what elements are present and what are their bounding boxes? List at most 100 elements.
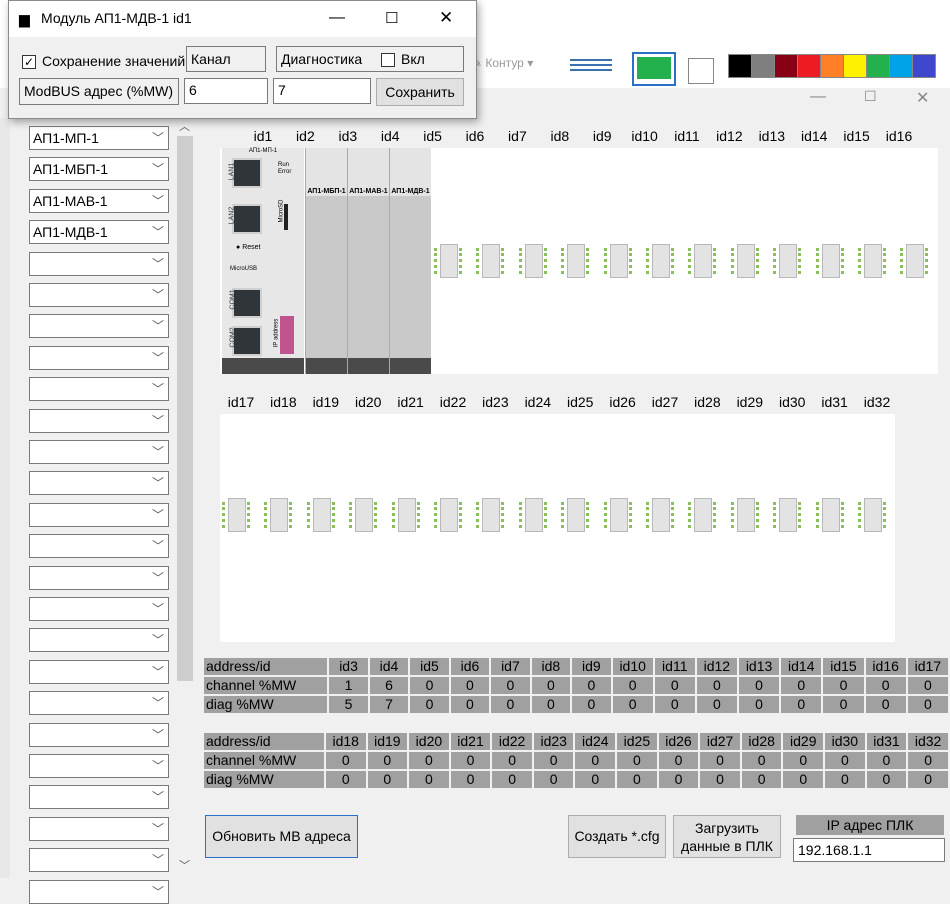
dialog-maximize-icon[interactable]: ☐ (385, 9, 398, 27)
chevron-down-icon[interactable]: ﹀ (152, 378, 164, 400)
empty-slot[interactable] (642, 240, 680, 280)
empty-slot[interactable] (430, 494, 468, 534)
empty-slot[interactable] (727, 240, 765, 280)
module-select[interactable]: ﹀ (29, 785, 169, 810)
empty-slot[interactable] (642, 494, 680, 534)
save-values-checkbox[interactable]: ✓ (22, 55, 36, 69)
update-mb-button[interactable]: Обновить МВ адреса (205, 815, 358, 858)
dialog-minimize-icon[interactable]: — (329, 9, 345, 27)
module-select[interactable]: ﹀ (29, 628, 169, 653)
empty-slot[interactable] (260, 494, 298, 534)
empty-slot[interactable] (515, 494, 553, 534)
chevron-down-icon[interactable]: ﹀ (152, 127, 164, 149)
empty-slot[interactable] (812, 494, 850, 534)
chevron-down-icon[interactable]: ﹀ (152, 849, 164, 871)
empty-slot[interactable] (854, 494, 892, 534)
chevron-down-icon[interactable]: ﹀ (152, 284, 164, 306)
chevron-down-icon[interactable]: ﹀ (152, 221, 164, 243)
chevron-down-icon[interactable]: ﹀ (152, 881, 164, 903)
module-list-scrollbar[interactable]: ︿ ﹀ (176, 118, 194, 873)
module-select[interactable]: ﹀ (29, 471, 169, 496)
empty-slot[interactable] (472, 494, 510, 534)
color-swatch[interactable] (912, 54, 936, 78)
empty-slot[interactable] (472, 240, 510, 280)
module-select[interactable]: ﹀ (29, 502, 169, 527)
empty-slot[interactable] (727, 494, 765, 534)
module-select[interactable]: АП1-МАВ-1 ﹀ (29, 188, 169, 213)
module-select[interactable]: ﹀ (29, 440, 169, 464)
chevron-down-icon[interactable]: ﹀ (152, 661, 164, 683)
close-icon[interactable]: ✕ (916, 88, 929, 108)
module-select[interactable]: ﹀ (29, 597, 169, 621)
color-swatch[interactable] (797, 54, 821, 78)
chevron-down-icon[interactable]: ﹀ (152, 535, 164, 557)
empty-slot[interactable] (896, 240, 934, 280)
chevron-down-icon[interactable]: ﹀ (152, 755, 164, 777)
module-select[interactable]: ﹀ (29, 377, 169, 402)
module-select[interactable]: ﹀ (29, 565, 169, 590)
empty-slot[interactable] (854, 240, 892, 280)
module-select[interactable]: ﹀ (29, 722, 169, 747)
chevron-down-icon[interactable]: ﹀ (152, 410, 164, 432)
chevron-down-icon[interactable]: ﹀ (152, 818, 164, 840)
empty-slot[interactable] (430, 240, 468, 280)
empty-slot[interactable] (388, 494, 426, 534)
module-select[interactable]: ﹀ (29, 754, 169, 778)
empty-slot[interactable] (557, 494, 595, 534)
cpu-module[interactable]: АП1-МП-1 LAN1 LAN2 ● Reset MicroUSB Run E… (222, 148, 304, 374)
chevron-down-icon[interactable]: ﹀ (152, 190, 164, 212)
module-id2[interactable]: АП1-МБП-1 (305, 148, 347, 374)
line-width-icon[interactable] (570, 56, 612, 76)
module-select[interactable]: АП1-МП-1 ﹀ (29, 126, 169, 150)
module-select[interactable]: ﹀ (29, 816, 169, 841)
empty-slot[interactable] (684, 494, 722, 534)
chevron-down-icon[interactable]: ﹀ (152, 253, 164, 275)
module-select[interactable]: ﹀ (29, 691, 169, 716)
scrollbar-thumb[interactable] (177, 136, 193, 681)
secondary-color-swatch[interactable] (688, 58, 714, 84)
chevron-down-icon[interactable]: ﹀ (152, 598, 164, 620)
chevron-down-icon[interactable]: ﹀ (152, 786, 164, 808)
empty-slot[interactable] (812, 240, 850, 280)
chevron-down-icon[interactable]: ﹀ (152, 724, 164, 746)
chevron-down-icon[interactable]: ﹀ (152, 441, 164, 463)
maximize-icon[interactable]: ☐ (864, 88, 877, 108)
color-swatch[interactable] (728, 54, 752, 78)
empty-slot[interactable] (218, 494, 256, 534)
chevron-down-icon[interactable]: ﹀ (152, 315, 164, 337)
chevron-down-icon[interactable]: ﹀ (152, 347, 164, 369)
minimize-icon[interactable]: — (810, 88, 826, 108)
empty-slot[interactable] (557, 240, 595, 280)
module-select[interactable]: АП1-МБП-1 ﹀ (29, 157, 169, 182)
chevron-down-icon[interactable]: ﹀ (152, 504, 164, 526)
module-select[interactable]: АП1-МДВ-1 ﹀ (29, 220, 169, 245)
module-select[interactable]: ﹀ (29, 879, 169, 904)
module-select[interactable]: ﹀ (29, 848, 169, 873)
color-swatch[interactable] (889, 54, 913, 78)
empty-slot[interactable] (684, 240, 722, 280)
empty-slot[interactable] (600, 494, 638, 534)
empty-slot[interactable] (303, 494, 341, 534)
color-swatch[interactable] (751, 54, 775, 78)
empty-slot[interactable] (769, 494, 807, 534)
chevron-down-icon[interactable]: ﹀ (152, 629, 164, 651)
module-select[interactable]: ﹀ (29, 314, 169, 339)
color-swatch[interactable] (774, 54, 798, 78)
module-id3[interactable]: АП1-МАВ-1 (347, 148, 389, 374)
chevron-up-icon[interactable]: ︿ (179, 118, 190, 134)
color-swatch[interactable] (866, 54, 890, 78)
save-button[interactable]: Сохранить (376, 78, 464, 106)
upload-plc-button[interactable]: Загрузить данные в ПЛК (673, 815, 781, 858)
empty-slot[interactable] (515, 240, 553, 280)
empty-slot[interactable] (345, 494, 383, 534)
empty-slot[interactable] (600, 240, 638, 280)
module-id4[interactable]: АП1-МДВ-1 (389, 148, 431, 374)
enable-checkbox[interactable] (381, 53, 395, 67)
module-select[interactable]: ﹀ (29, 345, 169, 370)
module-select[interactable]: ﹀ (29, 251, 169, 276)
color-swatch[interactable] (820, 54, 844, 78)
module-select[interactable]: ﹀ (29, 283, 169, 307)
dialog-close-icon[interactable]: ✕ (439, 8, 453, 28)
color-swatch[interactable] (843, 54, 867, 78)
channel-input[interactable]: 6 (184, 78, 268, 104)
